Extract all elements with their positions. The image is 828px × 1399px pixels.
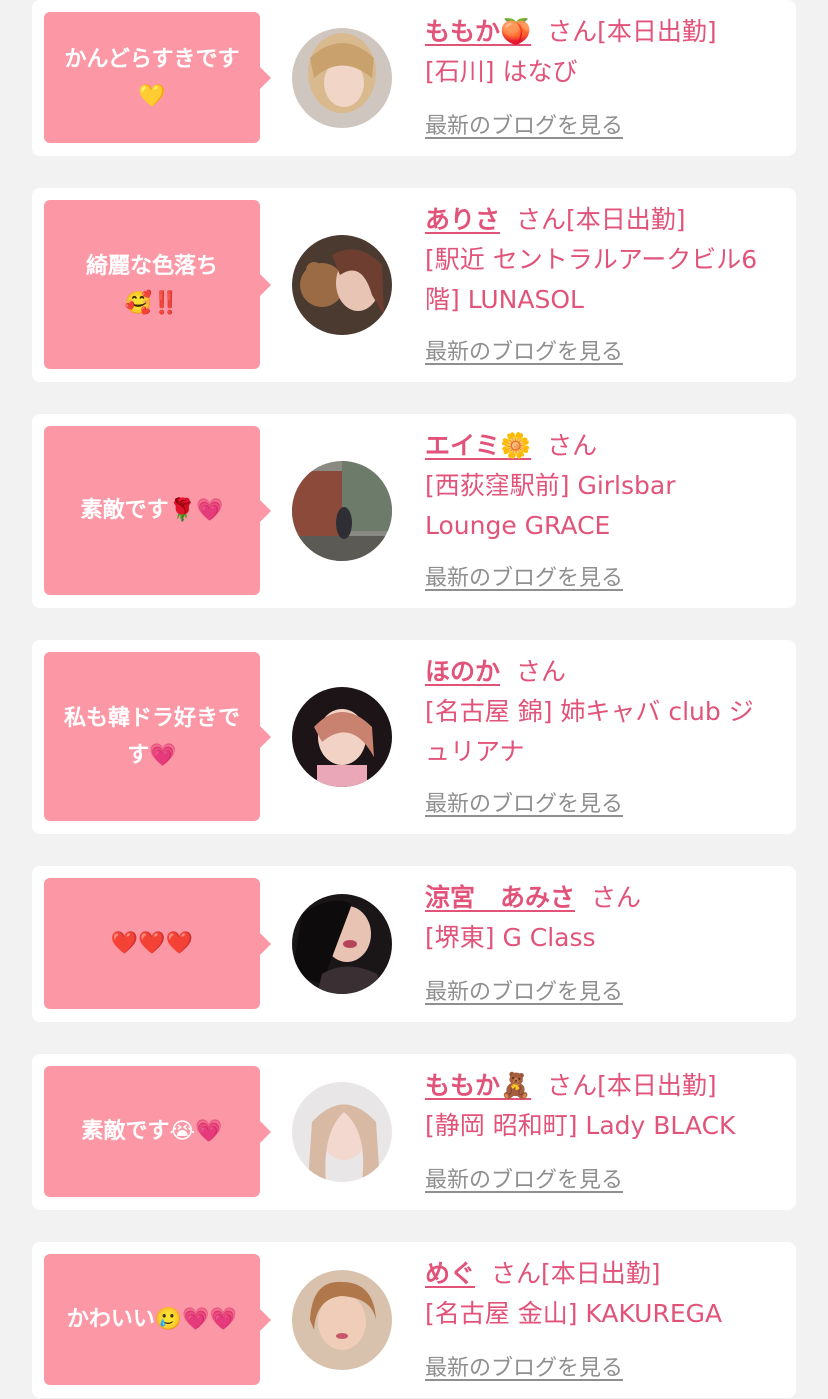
comment-bubble: 綺麗な色落ち 🥰‼️: [44, 200, 271, 369]
author-info: エイミ🌼 さん [西荻窪駅前] Girlsbar Lounge GRACE: [425, 426, 785, 546]
latest-blog-link[interactable]: 最新のブログを見る: [425, 334, 623, 366]
author-name-link[interactable]: ももか🍑: [425, 17, 531, 46]
author-suffix: さん: [547, 431, 598, 460]
shop-line: Lounge GRACE: [425, 511, 611, 540]
comment-text-line: かわいい🥲💗💗: [66, 1307, 238, 1332]
comment-text-line: ❤️❤️❤️: [110, 931, 194, 956]
latest-blog-link[interactable]: 最新のブログを見る: [425, 560, 623, 592]
author-name-link[interactable]: ほのか: [425, 657, 500, 686]
shop-line: [石川] はなび: [425, 57, 578, 86]
avatar-photo-icon: [292, 461, 392, 561]
author-info: めぐ さん[本日出勤] [名古屋 金山] KAKUREGA: [425, 1254, 785, 1334]
latest-blog-link[interactable]: 最新のブログを見る: [425, 974, 623, 1006]
author-suffix: さん[本日出勤]: [547, 1071, 717, 1100]
author-info: ほのか さん [名古屋 錦] 姉キャバ club ジ ュリアナ: [425, 652, 785, 772]
comment-text-line: 綺麗な色落ち: [85, 253, 218, 279]
comment-card: 素敵です🌹💗 エイミ🌼 さん [西荻窪駅前] Girlsbar Lounge GR…: [32, 414, 796, 608]
author-name-link[interactable]: めぐ: [425, 1259, 475, 1288]
latest-blog-link[interactable]: 最新のブログを見る: [425, 1350, 623, 1382]
comment-text-line: 💛: [138, 83, 166, 109]
comment-card: かわいい🥲💗💗 めぐ さん[本日出勤] [名古屋 金山] KAKUREGA 最新の…: [32, 1242, 796, 1398]
comment-bubble: ❤️❤️❤️: [44, 878, 271, 1009]
shop-line: ュリアナ: [425, 737, 525, 766]
comment-card: 私も韓ドラ好きで す💗 ほのか さん [名古屋 錦] 姉キャバ club ジ ュリ…: [32, 640, 796, 834]
comment-bubble: 私も韓ドラ好きで す💗: [44, 652, 271, 821]
comment-text-line: かんどらすきです: [64, 46, 240, 72]
comment-text-line: 素敵です🌹💗: [80, 498, 224, 523]
avatar[interactable]: [292, 687, 392, 787]
author-name-link[interactable]: ももか🧸: [425, 1071, 531, 1100]
avatar[interactable]: [292, 28, 392, 128]
shop-line: [堺東] G Class: [425, 923, 596, 952]
avatar-photo-icon: [292, 235, 392, 335]
comment-feed: かんどらすきです 💛 ももか🍑 さん[本日出勤] [石川] はなび 最新のブログを…: [0, 0, 828, 1399]
author-name-link[interactable]: 涼宮 あみさ: [425, 883, 575, 912]
avatar[interactable]: [292, 1082, 392, 1182]
shop-line: [西荻窪駅前] Girlsbar: [425, 471, 676, 500]
comment-text-line: 私も韓ドラ好きで: [63, 705, 240, 731]
comment-card: 素敵です😭💗 ももか🧸 さん[本日出勤] [静岡 昭和町] Lady BLACK …: [32, 1054, 796, 1210]
author-name-link[interactable]: ありさ: [425, 205, 500, 234]
avatar[interactable]: [292, 894, 392, 994]
comment-card: かんどらすきです 💛 ももか🍑 さん[本日出勤] [石川] はなび 最新のブログを…: [32, 0, 796, 156]
avatar-photo-icon: [292, 687, 392, 787]
comment-bubble: かわいい🥲💗💗: [44, 1254, 271, 1385]
avatar[interactable]: [292, 1270, 392, 1370]
author-suffix: さん: [516, 657, 567, 686]
author-info: 涼宮 あみさ さん [堺東] G Class: [425, 878, 785, 958]
author-info: ももか🍑 さん[本日出勤] [石川] はなび: [425, 12, 785, 92]
comment-card: ❤️❤️❤️ 涼宮 あみさ さん [堺東] G Class 最新のブログを見る: [32, 866, 796, 1022]
shop-line: [名古屋 錦] 姉キャバ club ジ: [425, 697, 754, 726]
comment-bubble: かんどらすきです 💛: [44, 12, 271, 143]
author-suffix: さん[本日出勤]: [516, 205, 686, 234]
comment-text-line: す💗: [127, 742, 177, 768]
avatar-photo-icon: [292, 1082, 392, 1182]
author-name-link[interactable]: エイミ🌼: [425, 431, 531, 460]
author-suffix: さん: [591, 883, 642, 912]
latest-blog-link[interactable]: 最新のブログを見る: [425, 786, 623, 818]
avatar-photo-icon: [292, 28, 392, 128]
latest-blog-link[interactable]: 最新のブログを見る: [425, 1162, 623, 1194]
author-suffix: さん[本日出勤]: [491, 1259, 661, 1288]
shop-line: [名古屋 金山] KAKUREGA: [425, 1299, 723, 1328]
shop-line: 階] LUNASOL: [425, 285, 584, 314]
comment-bubble: 素敵です🌹💗: [44, 426, 271, 595]
comment-text-line: 🥰‼️: [124, 290, 180, 316]
comment-text-line: 素敵です😭💗: [81, 1119, 223, 1144]
comment-card: 綺麗な色落ち 🥰‼️ ありさ さん[本日出勤] [駅近 セントラルアークビル6 階…: [32, 188, 796, 382]
shop-line: [静岡 昭和町] Lady BLACK: [425, 1111, 736, 1140]
avatar[interactable]: [292, 461, 392, 561]
author-suffix: さん[本日出勤]: [547, 17, 717, 46]
avatar[interactable]: [292, 235, 392, 335]
avatar-photo-icon: [292, 1270, 392, 1370]
author-info: ももか🧸 さん[本日出勤] [静岡 昭和町] Lady BLACK: [425, 1066, 785, 1146]
author-info: ありさ さん[本日出勤] [駅近 セントラルアークビル6 階] LUNASOL: [425, 200, 785, 320]
latest-blog-link[interactable]: 最新のブログを見る: [425, 108, 623, 140]
shop-line: [駅近 セントラルアークビル6: [425, 245, 758, 274]
comment-bubble: 素敵です😭💗: [44, 1066, 271, 1197]
avatar-photo-icon: [292, 894, 392, 994]
